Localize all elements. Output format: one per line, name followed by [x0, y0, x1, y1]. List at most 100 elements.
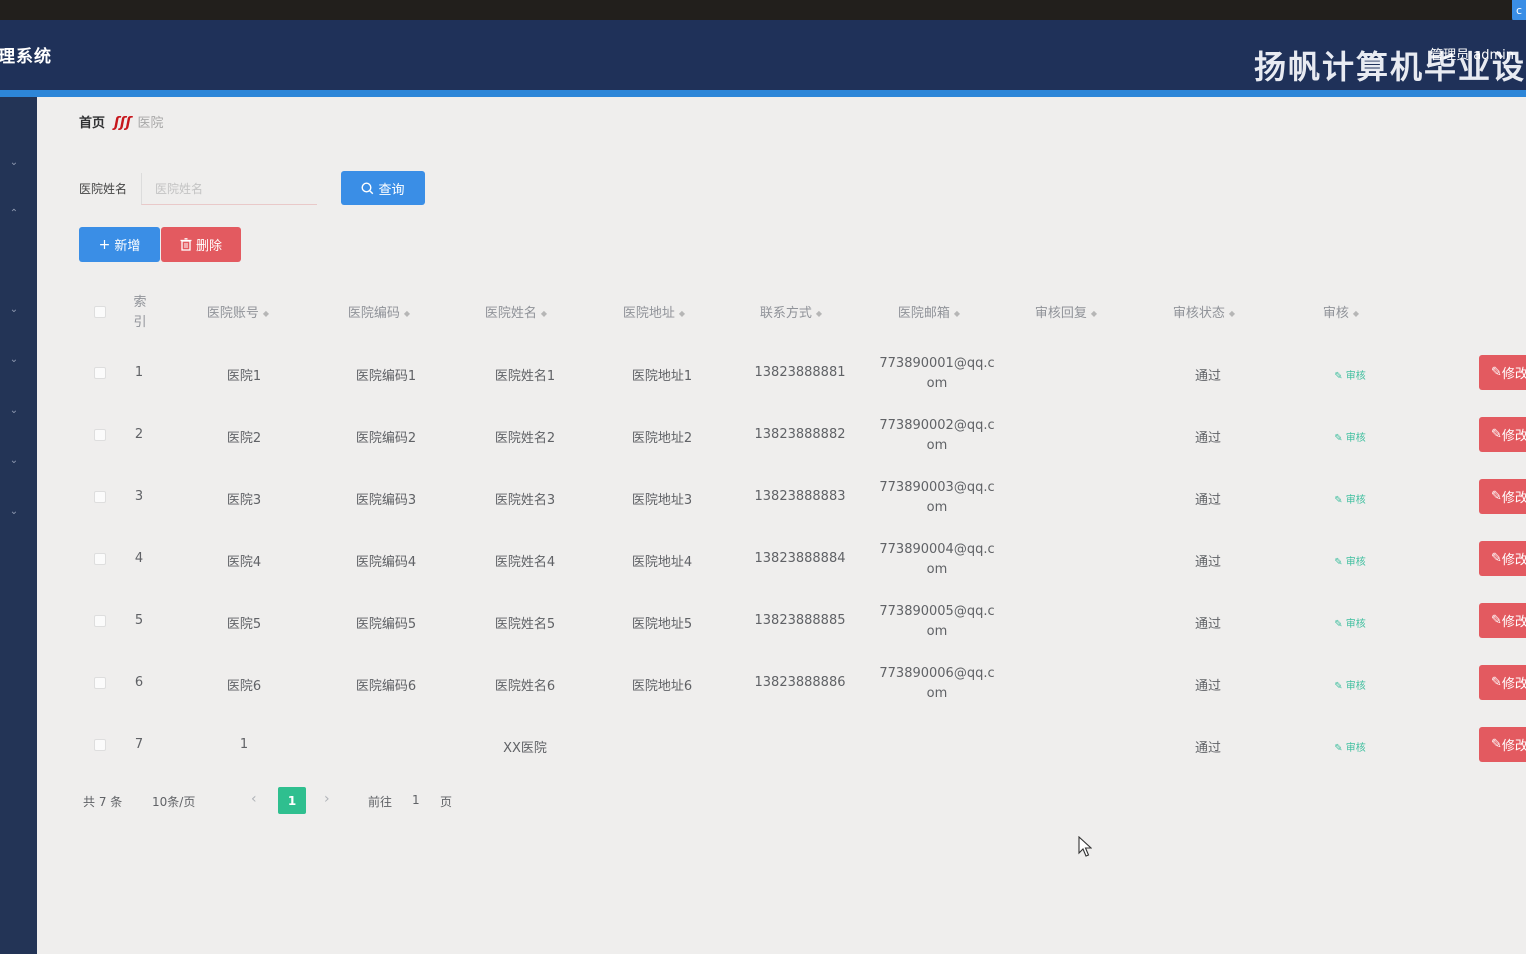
cell-email-line1: 773890003@qq.c	[879, 480, 995, 495]
sort-icon[interactable]: ◆	[541, 309, 547, 318]
query-button[interactable]: 查询	[341, 171, 425, 205]
audit-link[interactable]: ✎ 审核	[1334, 677, 1366, 692]
cell-code: 医院编码4	[355, 555, 417, 570]
cell-email-line1: 773890004@qq.c	[879, 542, 995, 557]
chevron-down-icon[interactable]: ⌄	[8, 405, 20, 417]
cell-address: 医院地址5	[631, 617, 693, 632]
audit-link[interactable]: ✎ 审核	[1334, 367, 1366, 382]
edit-icon: ✎	[1491, 427, 1502, 442]
cell-name: XX医院	[503, 741, 547, 756]
column-header-status[interactable]: 审核状态 ◆	[1173, 302, 1235, 321]
audit-link[interactable]: ✎ 审核	[1334, 615, 1366, 630]
cell-name: 医院姓名6	[494, 679, 556, 694]
cell-email: 773890001@qq.c om	[879, 354, 994, 394]
cell-address: 医院地址1	[631, 369, 693, 384]
audit-link[interactable]: ✎ 审核	[1334, 491, 1366, 506]
chevron-down-icon[interactable]: ⌄	[8, 304, 20, 316]
column-header-reply[interactable]: 审核回复 ◆	[1035, 302, 1097, 321]
column-header-address[interactable]: 医院地址 ◆	[623, 302, 685, 321]
audit-link[interactable]: ✎ 审核	[1334, 553, 1366, 568]
cell-index: 3	[134, 489, 144, 504]
column-header-account[interactable]: 医院账号 ◆	[207, 302, 269, 321]
edit-button[interactable]: ✎ 修改	[1479, 355, 1526, 390]
edit-button[interactable]: ✎ 修改	[1479, 541, 1526, 576]
cell-account: 医院1	[226, 369, 262, 384]
audit-link[interactable]: ✎ 审核	[1334, 739, 1366, 754]
edit-button-label: 修改	[1501, 739, 1526, 754]
audit-link-label: 审核	[1345, 495, 1366, 506]
pagination-page-size[interactable]: 10条/页	[152, 793, 195, 810]
pagination-current-page[interactable]: 1	[278, 787, 306, 814]
edit-button[interactable]: ✎ 修改	[1479, 479, 1526, 514]
cell-index: 4	[134, 551, 144, 566]
pagination-page-suffix: 页	[440, 795, 453, 809]
corner-badge[interactable]: c	[1512, 0, 1526, 22]
edit-icon: ✎	[1491, 737, 1502, 752]
cell-index: 5	[134, 613, 144, 628]
sort-icon[interactable]: ◆	[404, 309, 410, 318]
audit-link[interactable]: ✎ 审核	[1334, 429, 1366, 444]
chevron-down-icon[interactable]: ⌄	[8, 354, 20, 366]
edit-button-label: 修改	[1501, 429, 1526, 444]
add-button-label: 新增	[114, 239, 141, 254]
column-header-audit[interactable]: 审核 ◆	[1323, 302, 1359, 321]
row-checkbox[interactable]	[94, 367, 106, 379]
delete-button[interactable]: 删除	[161, 227, 241, 262]
pencil-icon: ✎	[1334, 557, 1346, 568]
column-header-code[interactable]: 医院编码 ◆	[348, 302, 410, 321]
sort-icon[interactable]: ◆	[816, 309, 822, 318]
cell-phone: 13823888885	[754, 613, 846, 628]
row-checkbox[interactable]	[94, 553, 106, 565]
row-checkbox[interactable]	[94, 615, 106, 627]
column-header-phone-label: 联系方式	[759, 306, 812, 321]
cell-code: 医院编码5	[355, 617, 417, 632]
cell-email: 773890003@qq.c om	[879, 478, 994, 518]
column-header-name[interactable]: 医院姓名 ◆	[485, 302, 547, 321]
cell-code: 医院编码1	[355, 369, 417, 384]
cell-email-line2: om	[926, 500, 948, 515]
column-header-email[interactable]: 医院邮箱 ◆	[898, 302, 960, 321]
cell-status: 通过	[1194, 493, 1222, 508]
row-checkbox[interactable]	[94, 491, 106, 503]
sort-icon[interactable]: ◆	[679, 309, 685, 318]
pagination-total: 共 7 条	[83, 795, 123, 809]
pagination-goto-input[interactable]: 1	[412, 793, 420, 807]
app-title: 理系统	[0, 47, 52, 67]
next-page-icon[interactable]: ›	[324, 791, 330, 807]
edit-button[interactable]: ✎ 修改	[1479, 727, 1526, 762]
breadcrumb-home[interactable]: 首页	[79, 116, 105, 131]
cell-name: 医院姓名3	[494, 493, 556, 508]
chevron-down-icon[interactable]: ⌄	[8, 455, 20, 467]
row-checkbox[interactable]	[94, 429, 106, 441]
edit-button-label: 修改	[1501, 367, 1526, 382]
column-header-email-label: 医院邮箱	[897, 306, 950, 321]
prev-page-icon[interactable]: ‹	[251, 791, 257, 807]
cell-index: 6	[134, 675, 144, 690]
chevron-down-icon[interactable]: ⌄	[8, 506, 20, 518]
edit-button[interactable]: ✎ 修改	[1479, 603, 1526, 638]
edit-button-label: 修改	[1501, 491, 1526, 506]
breadcrumb-current: 医院	[137, 116, 164, 131]
audit-link-label: 审核	[1345, 681, 1366, 692]
user-label[interactable]: 管理员 admin	[1430, 44, 1514, 63]
add-button[interactable]: + 新增	[79, 227, 160, 262]
hospital-name-search-input[interactable]	[141, 173, 317, 205]
select-all-checkbox[interactable]	[94, 306, 106, 318]
row-checkbox[interactable]	[94, 739, 106, 751]
cell-account: 医院3	[226, 493, 262, 508]
sort-icon[interactable]: ◆	[1091, 309, 1097, 318]
sort-icon[interactable]: ◆	[1353, 309, 1359, 318]
column-header-phone[interactable]: 联系方式 ◆	[760, 302, 822, 321]
pencil-icon: ✎	[1334, 743, 1346, 754]
edit-button[interactable]: ✎ 修改	[1479, 417, 1526, 452]
row-checkbox[interactable]	[94, 677, 106, 689]
chevron-up-icon[interactable]: ⌃	[8, 208, 20, 220]
sort-icon[interactable]: ◆	[1229, 309, 1235, 318]
edit-button[interactable]: ✎ 修改	[1479, 665, 1526, 700]
cell-phone: 13823888882	[754, 427, 846, 442]
cell-status: 通过	[1194, 555, 1222, 570]
sort-icon[interactable]: ◆	[954, 309, 960, 318]
cell-account: 医院6	[226, 679, 262, 694]
sort-icon[interactable]: ◆	[263, 309, 269, 318]
chevron-down-icon[interactable]: ⌄	[8, 157, 20, 169]
